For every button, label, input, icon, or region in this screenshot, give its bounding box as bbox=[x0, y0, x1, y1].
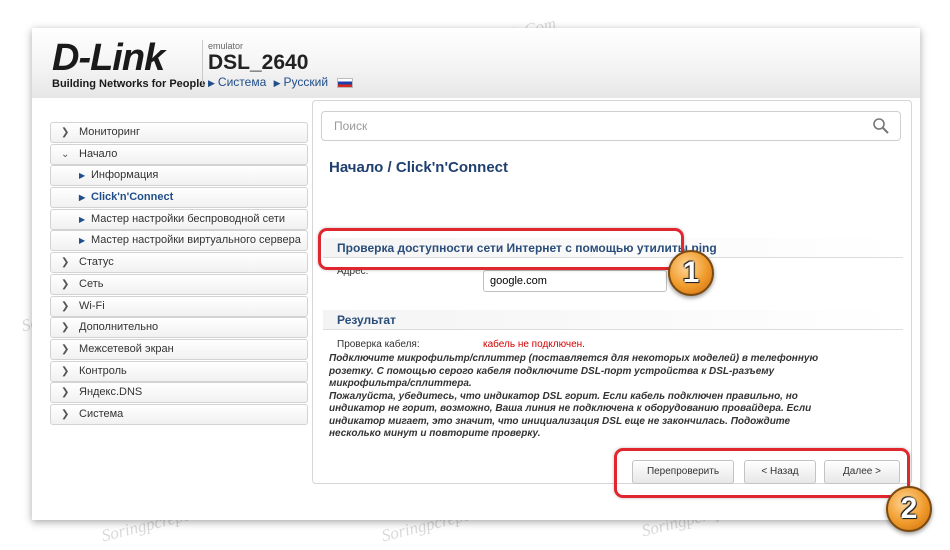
triangle-right-icon: ▶ bbox=[79, 236, 86, 246]
address-field[interactable]: google.com bbox=[483, 270, 667, 292]
sidebar-item-label: Сеть bbox=[79, 277, 104, 290]
triangle-right-icon: ▶ bbox=[273, 78, 281, 88]
sidebar-item-label: Дополнительно bbox=[79, 321, 159, 334]
sidebar-item-label: Межсетевой экран bbox=[79, 342, 174, 355]
sidebar-item-label: Начало bbox=[79, 147, 118, 160]
result-section-title: Результат bbox=[323, 310, 903, 330]
triangle-right-icon: ▶ bbox=[79, 214, 86, 224]
dlink-logo[interactable]: D-Link Building Networks for People bbox=[52, 37, 206, 90]
chevron-right-circle-icon: ❯ bbox=[61, 257, 70, 269]
sidebar-item-wireless-wizard[interactable]: ▶ Мастер настройки беспроводной сети bbox=[50, 208, 308, 230]
sidebar-item-label: Мониторинг bbox=[79, 126, 141, 138]
cable-check-status: кабель не подключен. bbox=[483, 339, 585, 350]
chevron-right-circle-icon: ❯ bbox=[61, 300, 70, 312]
sidebar-item-label: Информация bbox=[91, 169, 159, 182]
address-callout bbox=[318, 228, 684, 270]
search-icon[interactable] bbox=[872, 117, 890, 135]
logo-tagline: Building Networks for People bbox=[52, 78, 206, 90]
chevron-right-circle-icon: ❯ bbox=[61, 365, 70, 377]
sidebar-item-monitoring[interactable]: ❯ Мониторинг bbox=[50, 122, 308, 143]
sidebar-item-yandex-dns[interactable]: ❯ Яндекс.DNS bbox=[50, 382, 308, 404]
help-text-line: микрофильтра/сплиттера. bbox=[329, 378, 472, 389]
sidebar-item-firewall[interactable]: ❯ Межсетевой экран bbox=[50, 338, 308, 360]
product-name: DSL_2640 bbox=[208, 51, 309, 74]
sidebar-item-network[interactable]: ❯ Сеть bbox=[50, 273, 308, 295]
sidebar-item-control[interactable]: ❯ Контроль bbox=[50, 360, 308, 382]
triangle-right-icon: ▶ bbox=[79, 193, 86, 203]
search-placeholder: Поиск bbox=[334, 119, 368, 133]
help-text-line: индикатор мигает, это значит, что инициа… bbox=[329, 415, 791, 427]
buttons-callout bbox=[614, 448, 910, 498]
chevron-right-circle-icon: ❯ bbox=[61, 343, 70, 355]
step-badge-2: 2 bbox=[886, 486, 932, 532]
sidebar-item-label: Click'n'Connect bbox=[91, 191, 174, 204]
sidebar-item-label: Мастер настройки беспроводной сети bbox=[91, 212, 286, 225]
header-divider bbox=[202, 40, 203, 86]
header: D-Link Building Networks for People emul… bbox=[32, 28, 920, 98]
triangle-right-icon: ▶ bbox=[208, 78, 215, 88]
sidebar-nav: ❯ Мониторинг ⌄ Начало ▶ Информация ▶ Cli… bbox=[50, 122, 308, 426]
sidebar-item-start[interactable]: ⌄ Начало bbox=[50, 143, 308, 165]
sidebar-item-virtual-server-wizard[interactable]: ▶ Мастер настройки виртуального сервера bbox=[50, 230, 308, 252]
chevron-right-circle-icon: ❯ bbox=[61, 408, 70, 420]
product-label: emulator bbox=[208, 41, 244, 51]
sidebar-item-label: Система bbox=[79, 407, 124, 420]
sidebar-item-information[interactable]: ▶ Информация bbox=[50, 165, 308, 187]
sidebar-item-label: Мастер настройки виртуального сервера bbox=[91, 234, 301, 247]
chevron-right-circle-icon: ❯ bbox=[61, 387, 70, 399]
search-input[interactable]: Поиск bbox=[321, 111, 901, 141]
chevron-right-circle-icon: ❯ bbox=[61, 278, 70, 290]
step-badge-1: 1 bbox=[668, 250, 714, 296]
sidebar-item-system[interactable]: ❯ Система bbox=[50, 403, 308, 425]
cable-check-label: Проверка кабеля: bbox=[337, 339, 420, 350]
russian-flag-icon[interactable] bbox=[337, 77, 354, 88]
logo-text: D-Link bbox=[52, 37, 165, 79]
product-info: emulator DSL_2640 ▶ Система ▶ Русский bbox=[208, 41, 357, 89]
sidebar-item-wifi[interactable]: ❯ Wi-Fi bbox=[50, 295, 308, 317]
sidebar-item-label: Яндекс.DNS bbox=[79, 386, 143, 399]
sidebar-item-label: Wi-Fi bbox=[79, 299, 105, 312]
help-text-line: несколько минут и повторите проверку. bbox=[329, 428, 541, 439]
help-text-line: индикатор не горит, возможно, Ваша линия… bbox=[329, 403, 812, 414]
chevron-right-circle-icon: ❯ bbox=[61, 322, 70, 334]
help-text-line: розетку. С помощью серого кабеля подключ… bbox=[329, 365, 775, 377]
sidebar-item-label: Контроль bbox=[79, 364, 127, 377]
sidebar-item-status[interactable]: ❯ Статус bbox=[50, 252, 308, 274]
triangle-right-icon: ▶ bbox=[79, 171, 86, 181]
screenshot-page: Soringpcrepair.Com Soringpcrepair.Com So… bbox=[0, 0, 950, 550]
chevron-down-circle-icon: ⌄ bbox=[61, 148, 70, 160]
sidebar-item-advanced[interactable]: ❯ Дополнительно bbox=[50, 317, 308, 339]
chevron-right-circle-icon: ❯ bbox=[61, 127, 70, 138]
help-text-line: Подключите микрофильтр/сплиттер (поставл… bbox=[329, 353, 819, 364]
header-links: ▶ Система ▶ Русский bbox=[208, 75, 357, 89]
language-link[interactable]: Русский bbox=[284, 75, 329, 89]
system-link[interactable]: Система bbox=[218, 75, 266, 89]
breadcrumb-parent: Начало / bbox=[329, 159, 392, 176]
help-text: Подключите микрофильтр/сплиттер (поставл… bbox=[329, 353, 829, 441]
sidebar-item-label: Статус bbox=[79, 256, 114, 269]
page-title: Начало / Click'n'Connect bbox=[329, 159, 508, 176]
sidebar-item-clicknconnect[interactable]: ▶ Click'n'Connect bbox=[50, 187, 308, 209]
help-text-line: Пожалуйста, убедитесь, что индикатор DSL… bbox=[329, 390, 798, 402]
router-window: D-Link Building Networks for People emul… bbox=[32, 28, 920, 520]
content-panel: Поиск Начало / Click'n'Connect Проверка … bbox=[312, 100, 912, 484]
breadcrumb-current: Click'n'Connect bbox=[395, 159, 509, 176]
